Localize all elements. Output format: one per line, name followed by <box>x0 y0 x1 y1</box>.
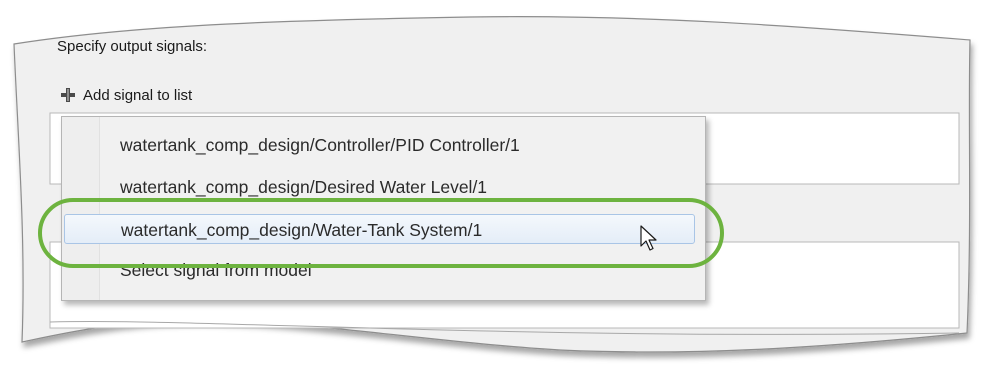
menu-item-desired-water-level[interactable]: watertank_comp_design/Desired Water Leve… <box>120 172 487 202</box>
add-signal-label: Add signal to list <box>83 86 193 104</box>
plus-icon <box>61 88 75 102</box>
screenshot-stage: Specify output signals: Add signal to li… <box>0 0 996 373</box>
menu-gutter <box>62 117 100 300</box>
menu-item-water-tank-system[interactable]: watertank_comp_design/Water-Tank System/… <box>64 214 695 244</box>
specify-output-signals-label: Specify output signals: <box>57 38 208 55</box>
menu-item-select-from-model[interactable]: Select signal from model <box>120 255 312 285</box>
menu-item-pid-controller[interactable]: watertank_comp_design/Controller/PID Con… <box>120 130 520 160</box>
signal-dropdown-menu: watertank_comp_design/Controller/PID Con… <box>61 116 706 301</box>
add-signal-button[interactable]: Add signal to list <box>59 84 192 106</box>
